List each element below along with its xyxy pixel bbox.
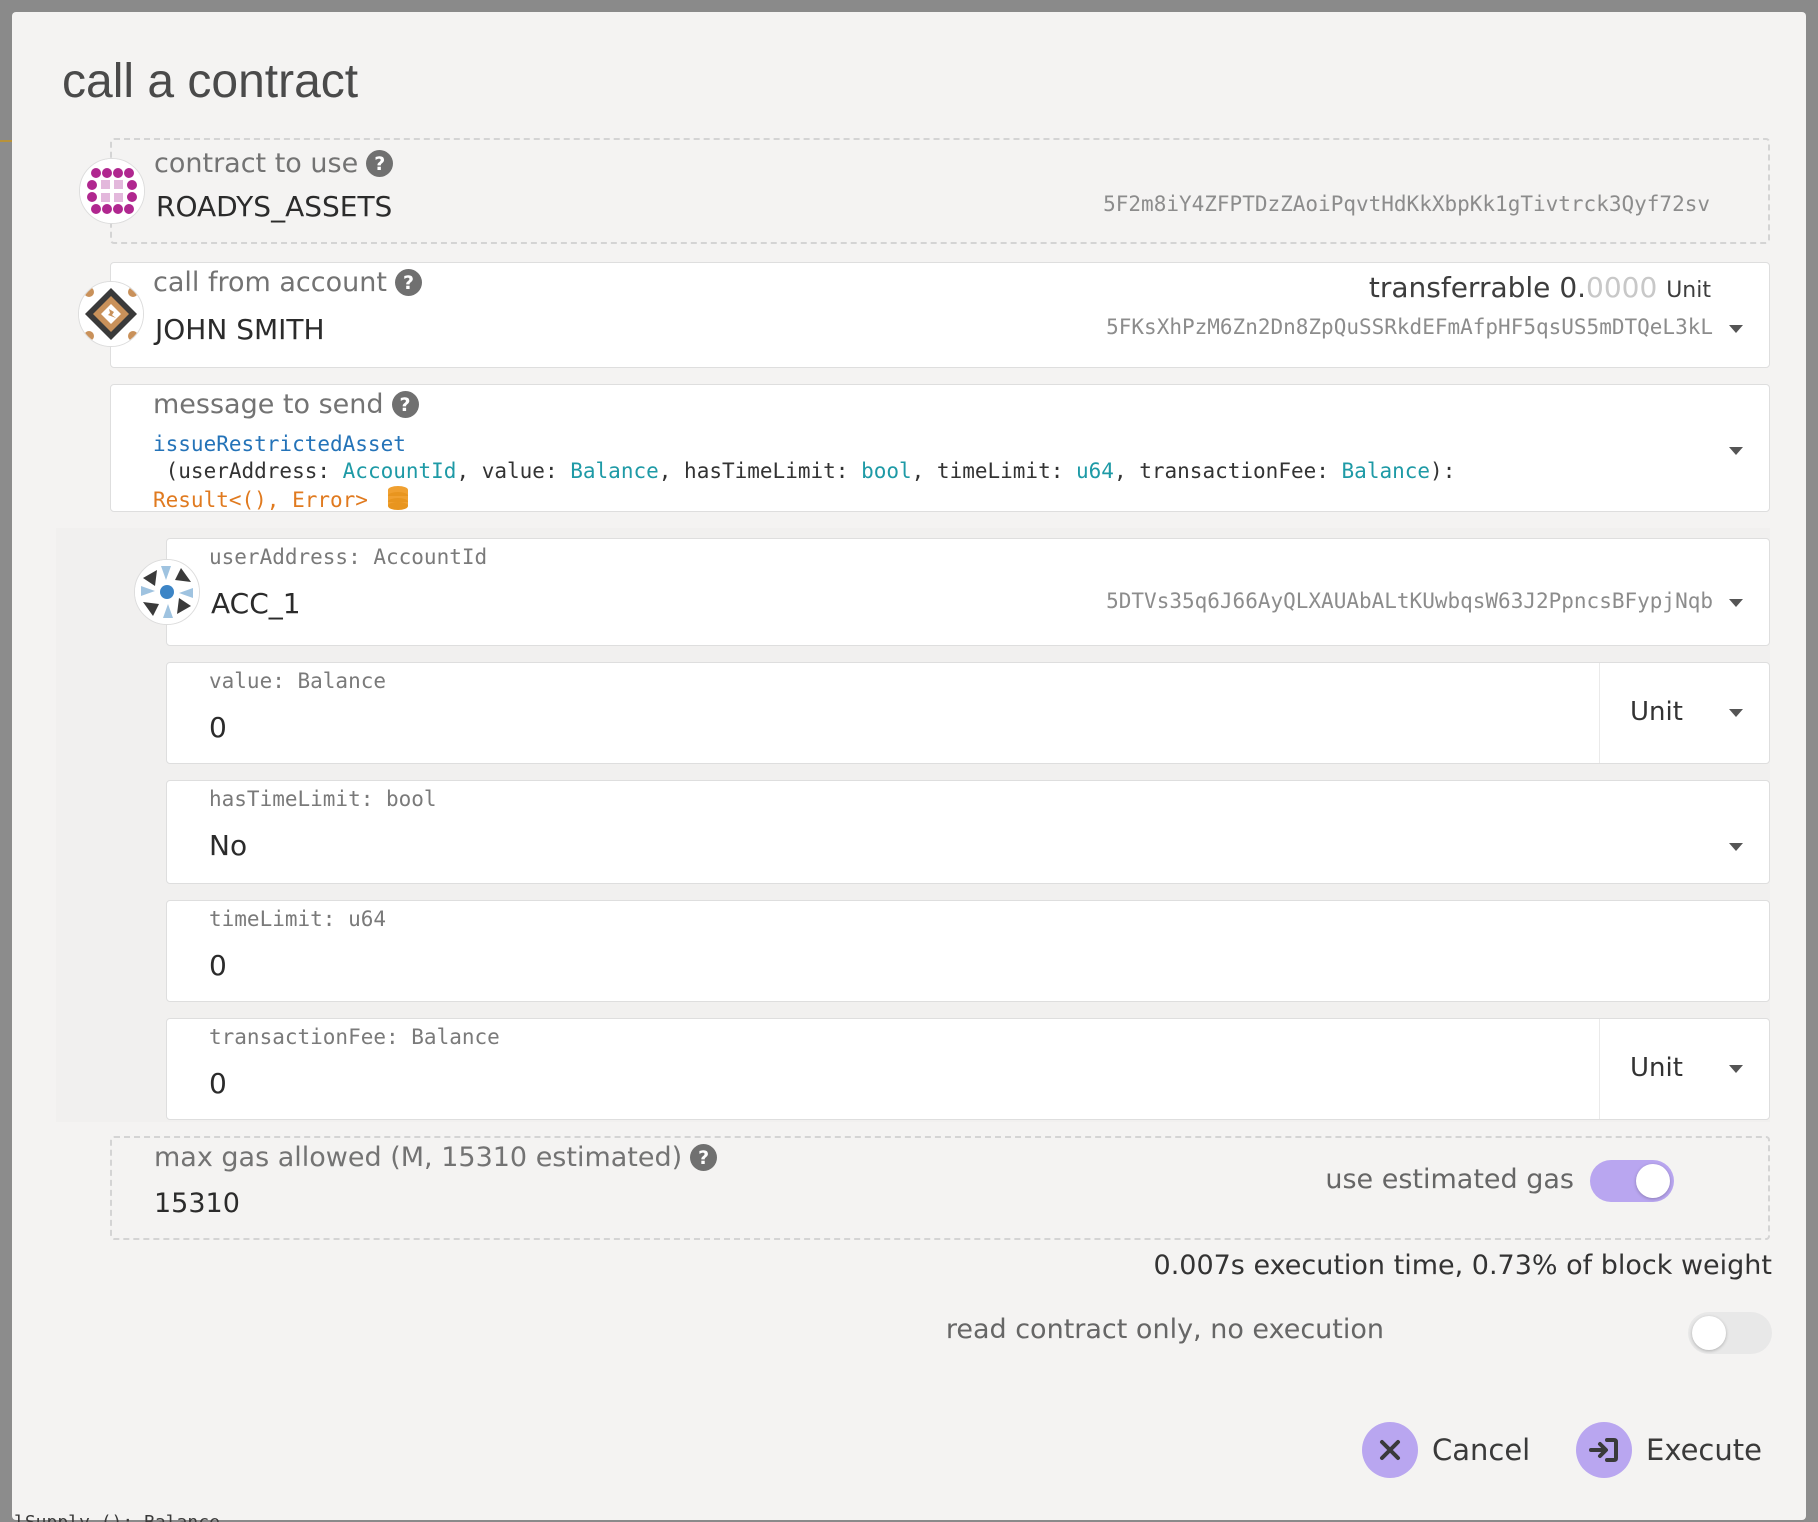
background-bottom-text: lSupply (): Balance	[14, 1512, 220, 1522]
user-address-name: ACC_1	[211, 587, 301, 620]
database-icon	[387, 485, 409, 518]
help-icon[interactable]: ?	[366, 150, 394, 177]
contract-name: ROADYS_ASSETS	[156, 190, 393, 223]
transaction-fee-label: transactionFee: Balance	[209, 1025, 500, 1049]
close-icon	[1362, 1422, 1418, 1478]
contract-label: contract to use ?	[154, 148, 394, 179]
user-address-label: userAddress: AccountId	[209, 545, 488, 569]
toggle-knob	[1692, 1316, 1726, 1350]
help-icon[interactable]: ?	[394, 269, 422, 296]
chevron-down-icon	[1729, 843, 1743, 851]
message-signature: issueRestrictedAsset (userAddress: Accou…	[153, 431, 1693, 518]
max-gas-input[interactable]: 15310	[154, 1188, 240, 1219]
message-label: message to send ?	[153, 389, 419, 420]
call-contract-modal: call a contract contract to use ? ROADYS…	[12, 12, 1806, 1520]
max-gas-label: max gas allowed (M, 15310 estimated) ?	[154, 1142, 718, 1173]
caller-label: call from account ?	[153, 267, 422, 298]
chevron-down-icon	[1729, 599, 1743, 607]
help-icon[interactable]: ?	[690, 1144, 718, 1171]
caller-identicon	[78, 281, 144, 347]
transaction-fee-field[interactable]: 0	[209, 1067, 227, 1100]
value-field[interactable]: 0	[209, 711, 227, 744]
has-time-limit-label: hasTimeLimit: bool	[209, 787, 437, 811]
execute-button[interactable]: Execute	[1576, 1422, 1762, 1478]
cancel-button[interactable]: Cancel	[1362, 1422, 1530, 1478]
value-label: value: Balance	[209, 669, 387, 693]
help-icon[interactable]: ?	[391, 391, 419, 418]
user-address-select[interactable]: userAddress: AccountId ACC_1 5DTVs35q6J6…	[134, 538, 1770, 646]
caller-account-select[interactable]: call from account ? transferrable 0.0000…	[78, 262, 1770, 368]
use-estimated-gas-label: use estimated gas	[1325, 1164, 1574, 1195]
user-address-identicon	[134, 559, 200, 625]
caller-address: 5FKsXhPzM6Zn2Dn8ZpQuSSRkdEFmAfpHF5qsUS5m…	[1106, 315, 1713, 339]
read-only-label: read contract only, no execution	[945, 1314, 1384, 1345]
max-gas-field: max gas allowed (M, 15310 estimated) ? 1…	[110, 1136, 1770, 1240]
value-input[interactable]: value: Balance 0 Unit	[166, 662, 1770, 764]
transaction-fee-unit-select[interactable]: Unit	[1599, 1019, 1769, 1119]
toggle-knob	[1636, 1164, 1670, 1198]
time-limit-field[interactable]: 0	[209, 949, 227, 982]
modal-title: call a contract	[62, 55, 359, 108]
chevron-down-icon	[1729, 325, 1743, 333]
execution-info: 0.007s execution time, 0.73% of block we…	[1153, 1250, 1772, 1281]
time-limit-label: timeLimit: u64	[209, 907, 387, 931]
use-estimated-gas-toggle[interactable]	[1590, 1160, 1674, 1202]
contract-identicon	[79, 158, 145, 224]
read-only-toggle[interactable]	[1688, 1312, 1772, 1354]
background-page-right-edge	[1804, 140, 1818, 1522]
has-time-limit-select[interactable]: hasTimeLimit: bool No	[166, 780, 1770, 884]
value-unit-select[interactable]: Unit	[1599, 663, 1769, 763]
contract-field: contract to use ? ROADYS_ASSETS 5F2m8iY4…	[79, 138, 1770, 244]
message-select[interactable]: message to send ? issueRestrictedAsset (…	[110, 384, 1770, 512]
transaction-fee-input[interactable]: transactionFee: Balance 0 Unit	[166, 1018, 1770, 1120]
user-address-address: 5DTVs35q6J66AyQLXAUAbALtKUwbqsW63J2Ppncs…	[1106, 589, 1713, 613]
caller-name: JOHN SMITH	[155, 313, 325, 346]
chevron-down-icon	[1729, 447, 1743, 455]
has-time-limit-value: No	[209, 829, 248, 862]
transferrable-balance: transferrable 0.0000 Unit	[1368, 271, 1711, 304]
time-limit-input[interactable]: timeLimit: u64 0	[166, 900, 1770, 1002]
chevron-down-icon	[1729, 1065, 1743, 1073]
sign-in-icon	[1576, 1422, 1632, 1478]
chevron-down-icon	[1729, 709, 1743, 717]
contract-address: 5F2m8iY4ZFPTDzZAoiPqvtHdKkXbpKk1gTivtrck…	[1103, 192, 1710, 216]
